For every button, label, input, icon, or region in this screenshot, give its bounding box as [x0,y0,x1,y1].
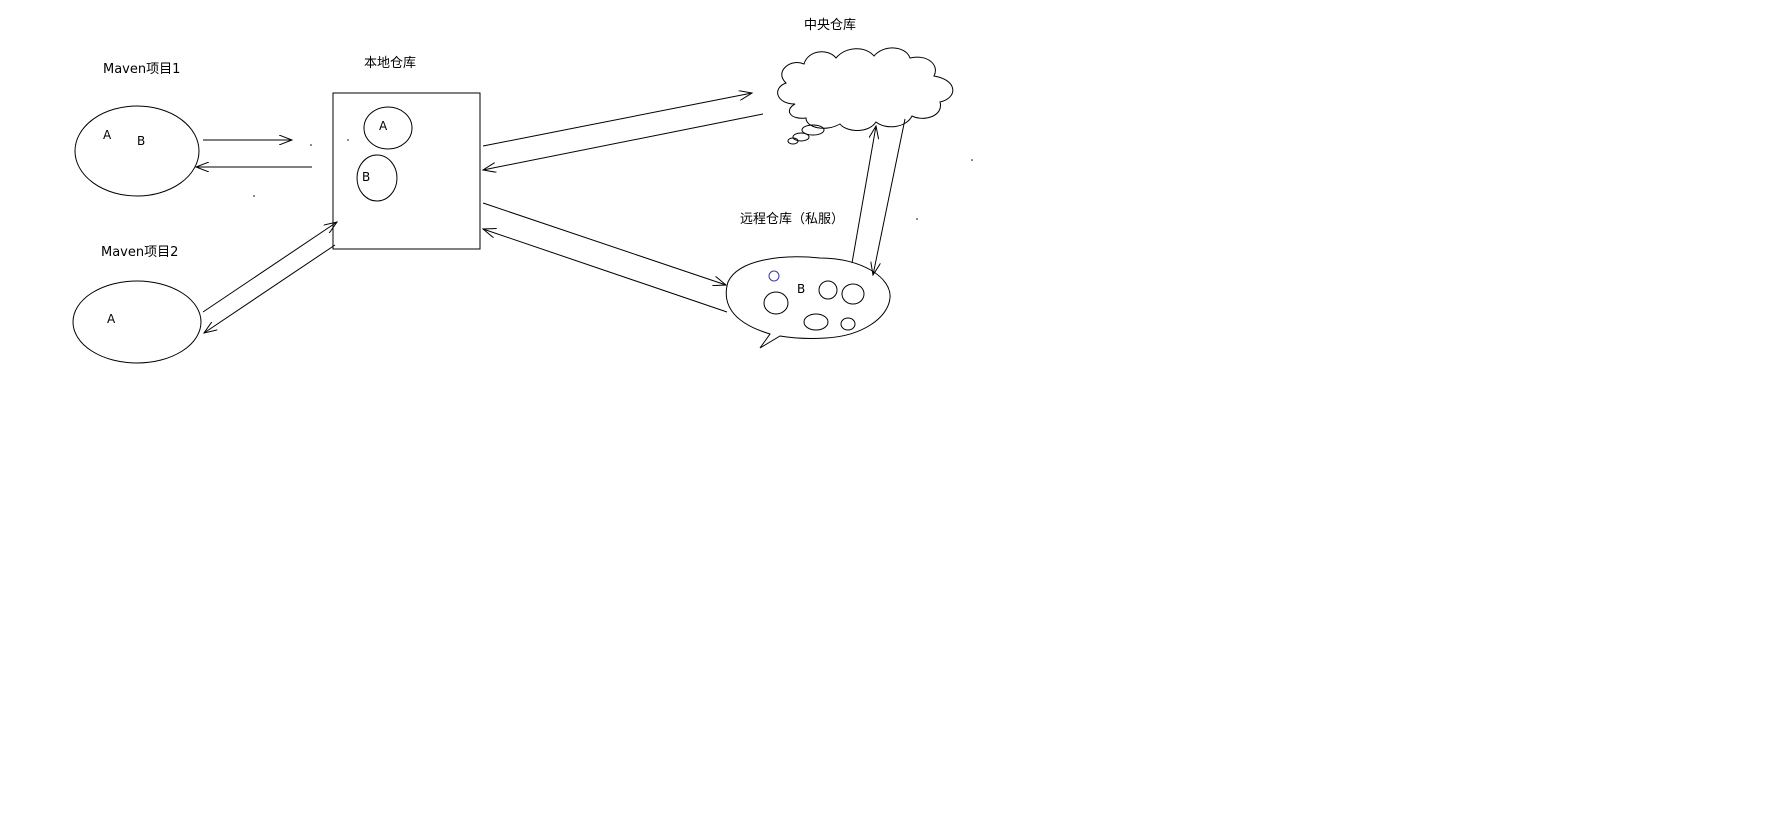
local-repo-item-b: B [362,170,370,184]
local-repo-label: 本地仓库 [364,55,416,71]
central-repo-label: 中央仓库 [804,17,856,33]
remote-repo-accent-circle [768,270,780,282]
arrow-local-to-central [482,93,752,147]
arrow-project2-to-local [202,222,337,313]
local-repo-box [332,92,481,250]
local-repo-item-a: A [379,119,388,133]
remote-repo-bubble [725,256,891,349]
remote-repo-artifact [803,313,829,331]
project1-label: Maven项目1 [103,62,180,77]
remote-repo-artifact [763,291,789,315]
remote-repo-item-b: B [797,282,805,296]
local-repo-item-a-circle [363,106,413,150]
project2-label: Maven项目2 [101,245,178,260]
project1-item-b: B [137,134,145,148]
arrow-remote-to-central [851,126,876,264]
remote-repo-artifact [818,280,838,300]
project1-ellipse [74,105,200,197]
arrow-local-to-project2 [204,244,336,333]
project2-item-a: A [107,312,116,326]
stray-mark [916,218,918,220]
stray-mark [971,159,973,161]
repository-diagram: Maven项目1 A B Maven项目2 A 本地仓库 A B 中央仓库 远程… [72,17,973,364]
arrow-remote-to-local [483,229,728,313]
project2-ellipse [72,280,202,364]
project1-item-a: A [103,128,112,142]
remote-repo-artifact [840,317,856,331]
stray-mark [253,195,255,197]
arrow-central-to-remote [873,118,906,275]
remote-repo-artifact [841,283,865,305]
arrow-local-to-remote [482,202,726,285]
stray-mark [310,144,312,146]
stray-mark [347,139,349,141]
central-repo-cloud [777,47,954,145]
remote-repo-label: 远程仓库（私服） [740,211,844,227]
arrow-central-to-local [483,113,764,170]
